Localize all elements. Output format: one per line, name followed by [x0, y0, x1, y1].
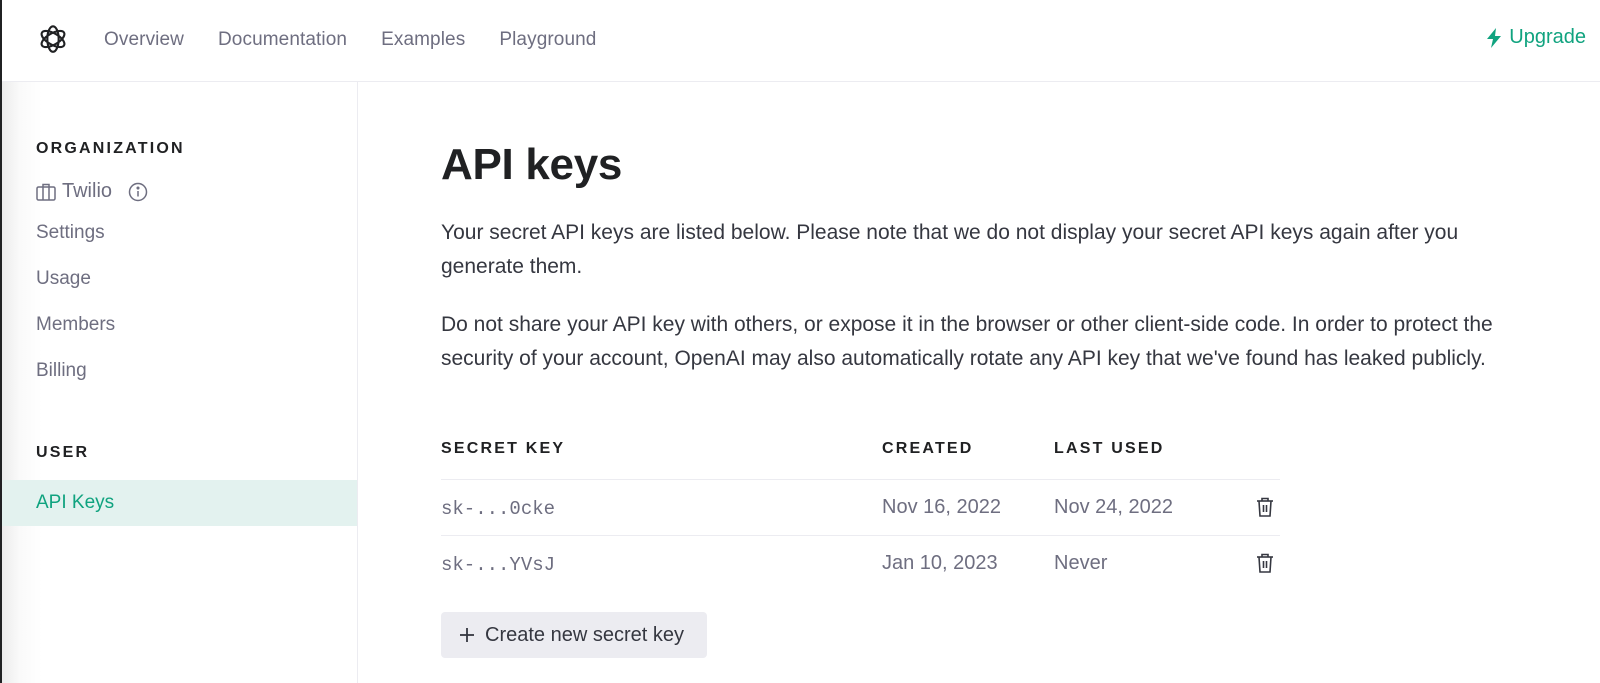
- sidebar-item-billing[interactable]: Billing: [36, 360, 87, 382]
- page-title: API keys: [441, 140, 623, 189]
- trash-icon[interactable]: [1255, 552, 1275, 574]
- openai-logo-icon[interactable]: [36, 22, 70, 56]
- header-last-used: LAST USED: [1054, 440, 1165, 457]
- nav-playground[interactable]: Playground: [499, 29, 596, 51]
- created-date: Jan 10, 2023: [882, 552, 998, 574]
- intro-paragraph: Your secret API keys are listed below. P…: [441, 221, 1459, 278]
- sidebar: ORGANIZATION Twilio Settings Usage Membe…: [2, 82, 358, 683]
- create-button-label: Create new secret key: [485, 623, 684, 646]
- sidebar-item-usage[interactable]: Usage: [36, 268, 91, 290]
- sidebar-item-settings[interactable]: Settings: [36, 222, 105, 244]
- user-section-label: USER: [36, 444, 90, 461]
- table-row: sk-...YVsJ Jan 10, 2023 Never: [441, 536, 1280, 592]
- info-circle-icon[interactable]: [128, 182, 148, 202]
- last-used-date: Nov 24, 2022: [1054, 496, 1173, 518]
- secret-key-value: sk-...YVsJ: [441, 554, 556, 576]
- table-header: SECRET KEY CREATED LAST USED: [441, 438, 1280, 480]
- created-date: Nov 16, 2022: [882, 496, 1001, 518]
- trash-icon[interactable]: [1255, 496, 1275, 518]
- security-paragraph: Do not share your API key with others, o…: [441, 313, 1493, 370]
- secret-key-value: sk-...0cke: [441, 498, 556, 520]
- plus-icon: [460, 628, 474, 642]
- create-new-secret-key-button[interactable]: Create new secret key: [441, 612, 707, 658]
- last-used-date: Never: [1054, 552, 1108, 574]
- nav-overview[interactable]: Overview: [104, 29, 184, 51]
- upgrade-button[interactable]: Upgrade: [1485, 26, 1586, 49]
- top-navigation-bar: Overview Documentation Examples Playgrou…: [2, 0, 1600, 82]
- org-name: Twilio: [62, 180, 113, 202]
- sidebar-item-api-keys[interactable]: API Keys: [2, 480, 357, 526]
- sidebar-item-label: API Keys: [36, 492, 115, 513]
- table-row: sk-...0cke Nov 16, 2022 Nov 24, 2022: [441, 480, 1280, 536]
- briefcase-icon: [36, 183, 56, 201]
- sidebar-item-members[interactable]: Members: [36, 314, 115, 336]
- top-nav: Overview Documentation Examples Playgrou…: [104, 0, 630, 80]
- upgrade-label: Upgrade: [1509, 26, 1586, 48]
- nav-documentation[interactable]: Documentation: [218, 29, 347, 51]
- header-secret-key: SECRET KEY: [441, 440, 566, 457]
- org-selector[interactable]: Twilio: [36, 180, 148, 203]
- organization-section-label: ORGANIZATION: [36, 140, 185, 157]
- lightning-bolt-icon: [1487, 27, 1502, 48]
- header-created: CREATED: [882, 440, 974, 457]
- nav-examples[interactable]: Examples: [381, 29, 465, 51]
- api-keys-table: SECRET KEY CREATED LAST USED sk-...0cke …: [441, 438, 1280, 592]
